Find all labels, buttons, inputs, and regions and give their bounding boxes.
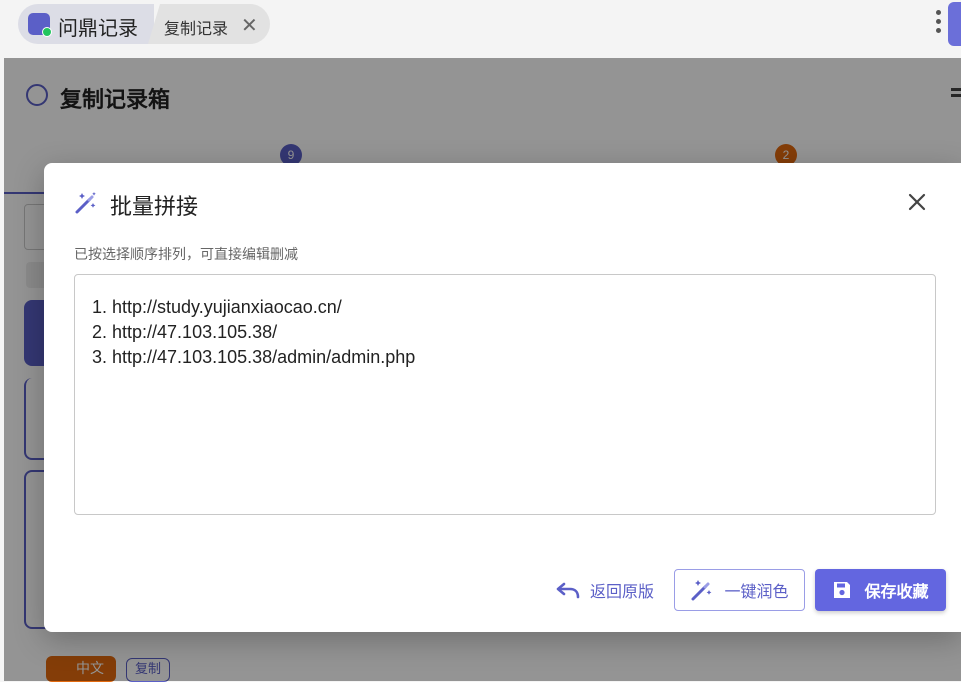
close-icon[interactable]: ✕ bbox=[241, 13, 258, 38]
magic-wand-icon bbox=[691, 580, 712, 601]
more-icon[interactable] bbox=[936, 10, 942, 37]
close-icon[interactable] bbox=[904, 189, 930, 215]
polish-button[interactable]: 一键润色 bbox=[674, 569, 805, 611]
content-line: 3. http://47.103.105.38/admin/admin.php bbox=[92, 347, 416, 367]
tab-copy-records[interactable]: 复制记录 ✕ bbox=[148, 4, 270, 44]
save-favorite-button[interactable]: 保存收藏 bbox=[815, 569, 946, 611]
dialog-hint: 已按选择顺序排列，可直接编辑删减 bbox=[74, 247, 298, 263]
tab-label: 问鼎记录 bbox=[58, 16, 138, 40]
tab-wending-records[interactable]: 问鼎记录 bbox=[18, 4, 154, 44]
revert-button[interactable]: 返回原版 bbox=[556, 569, 654, 611]
magic-wand-icon bbox=[75, 192, 96, 214]
tab-bar: 问鼎记录 复制记录 ✕ bbox=[0, 0, 961, 58]
save-icon bbox=[834, 582, 851, 598]
save-button-label: 保存收藏 bbox=[864, 582, 929, 601]
content-line: 2. http://47.103.105.38/ bbox=[92, 322, 278, 342]
app-icon bbox=[28, 13, 52, 37]
batch-content-textarea[interactable]: 1. http://study.yujianxiaocao.cn/ 2. htt… bbox=[74, 274, 936, 515]
undo-icon bbox=[556, 582, 580, 599]
revert-button-label: 返回原版 bbox=[590, 582, 655, 601]
dialog-title: 批量拼接 bbox=[110, 195, 199, 220]
batch-join-dialog: 批量拼接 已按选择顺序排列，可直接编辑删减 1. http://study.yu… bbox=[44, 163, 961, 632]
tab-label: 复制记录 bbox=[164, 19, 229, 38]
content-line: 1. http://study.yujianxiaocao.cn/ bbox=[92, 297, 342, 317]
polish-button-label: 一键润色 bbox=[724, 582, 789, 601]
side-app-icon[interactable] bbox=[948, 2, 961, 46]
